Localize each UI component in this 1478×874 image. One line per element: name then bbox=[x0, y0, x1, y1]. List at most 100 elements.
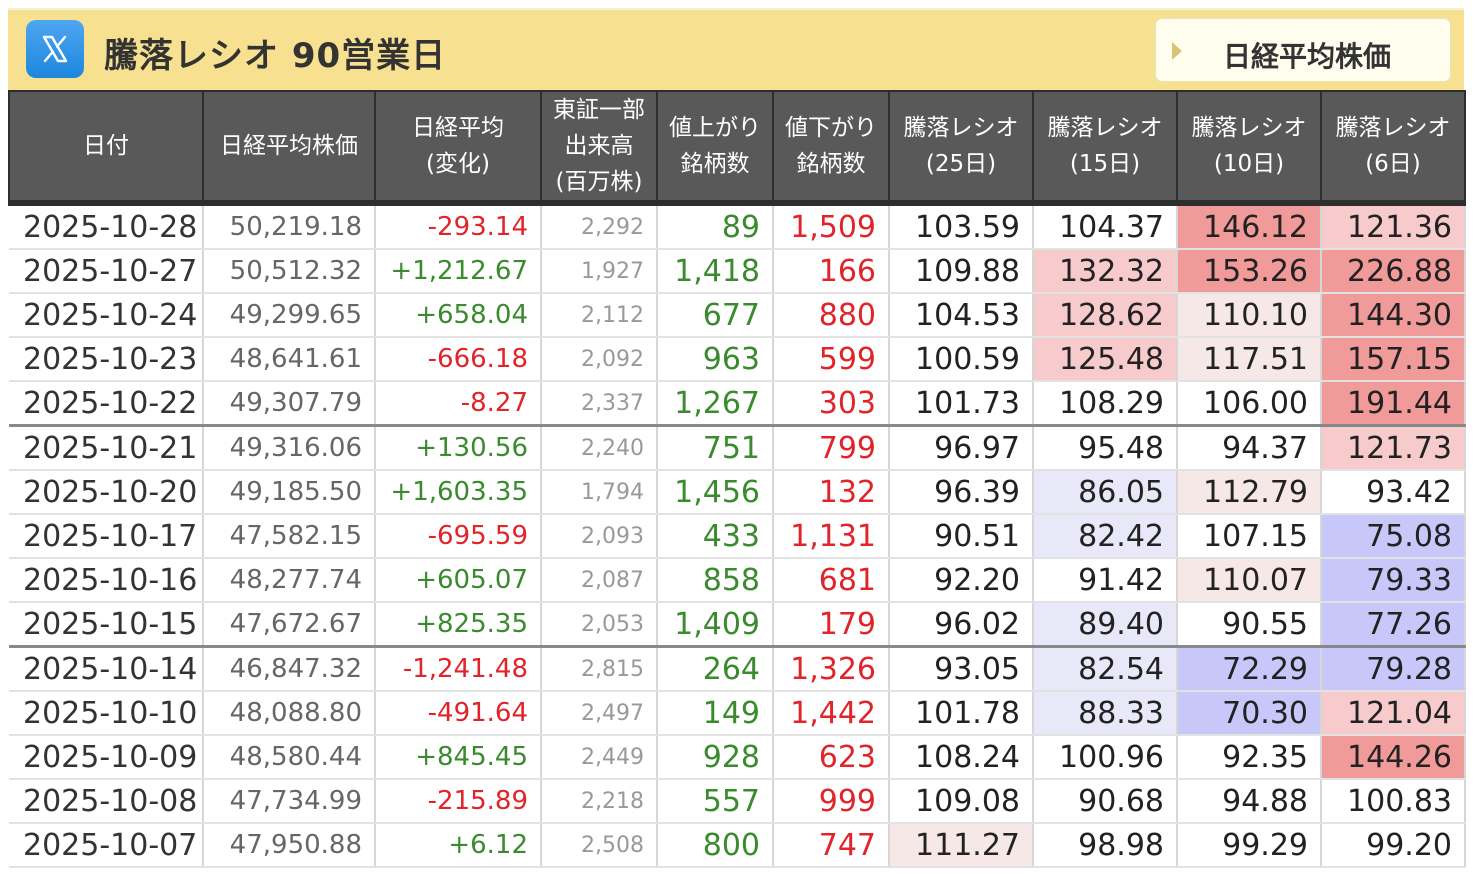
nikkei-change-cell: -695.59 bbox=[375, 514, 542, 559]
nikkei-price-cell: 48,277.74 bbox=[203, 558, 376, 603]
volume-cell: 2,053 bbox=[541, 602, 658, 648]
column-header-line: 値下がり bbox=[785, 115, 877, 141]
table-row: 2025-10-23 48,641.61 -666.18 2,092 963 599 100… bbox=[9, 337, 1466, 382]
declines-cell: 999 bbox=[773, 779, 890, 824]
ratio-15-cell: 108.29 bbox=[1033, 381, 1178, 427]
date-cell: 2025-10-08 bbox=[9, 779, 204, 824]
nikkei-change-cell: +130.56 bbox=[375, 424, 542, 471]
ratio-6-cell: 75.08 bbox=[1321, 514, 1466, 559]
column-header-ratio-6: 騰落レシオ (6日) bbox=[1320, 90, 1466, 204]
nikkei-price-cell: 49,307.79 bbox=[203, 381, 376, 427]
volume-cell: 2,112 bbox=[541, 293, 658, 338]
ratio-6-cell: 100.83 bbox=[1321, 779, 1466, 824]
declines-cell: 303 bbox=[773, 381, 890, 427]
date-cell: 2025-10-22 bbox=[9, 381, 204, 427]
declines-cell: 132 bbox=[773, 470, 890, 515]
ratio-15-cell: 98.98 bbox=[1033, 823, 1178, 868]
column-header-line: 銘柄数 bbox=[680, 151, 750, 177]
ratio-6-cell: 121.73 bbox=[1321, 424, 1466, 471]
nikkei-price-cell: 50,219.18 bbox=[203, 200, 376, 250]
date-cell: 2025-10-07 bbox=[9, 823, 204, 868]
ratio-25-cell: 96.97 bbox=[889, 424, 1034, 471]
ratio-25-cell: 93.05 bbox=[889, 645, 1034, 692]
ratio-6-cell: 144.30 bbox=[1321, 293, 1466, 338]
nikkei-change-cell: +845.45 bbox=[375, 735, 542, 780]
declines-cell: 799 bbox=[773, 424, 890, 471]
advances-cell: 1,418 bbox=[657, 249, 774, 294]
nikkei-price-cell: 47,672.67 bbox=[203, 602, 376, 648]
ratio-25-cell: 103.59 bbox=[889, 200, 1034, 250]
column-header-line: 騰落レシオ bbox=[903, 115, 1019, 141]
x-share-button[interactable] bbox=[26, 20, 84, 78]
nikkei-price-cell: 49,185.50 bbox=[203, 470, 376, 515]
ratio-6-cell: 226.88 bbox=[1321, 249, 1466, 294]
advances-cell: 433 bbox=[657, 514, 774, 559]
nikkei-price-cell: 47,950.88 bbox=[203, 823, 376, 868]
nikkei-price-cell: 48,088.80 bbox=[203, 691, 376, 736]
nikkei-change-cell: -215.89 bbox=[375, 779, 542, 824]
ratio-15-cell: 90.68 bbox=[1033, 779, 1178, 824]
volume-cell: 1,794 bbox=[541, 470, 658, 515]
column-header-line: 日付 bbox=[83, 133, 129, 159]
ratio-10-cell: 90.55 bbox=[1177, 602, 1322, 648]
volume-cell: 2,292 bbox=[541, 200, 658, 250]
volume-cell: 2,087 bbox=[541, 558, 658, 603]
nikkei-average-button-label: 日経平均株価 bbox=[1222, 40, 1391, 73]
nikkei-price-cell: 47,734.99 bbox=[203, 779, 376, 824]
date-cell: 2025-10-20 bbox=[9, 470, 204, 515]
ratio-25-cell: 101.73 bbox=[889, 381, 1034, 427]
declines-cell: 179 bbox=[773, 602, 890, 648]
header-bar: 騰落レシオ 90営業日 日経平均株価 bbox=[8, 8, 1464, 90]
ratio-10-cell: 112.79 bbox=[1177, 470, 1322, 515]
table-row: 2025-10-20 49,185.50 +1,603.35 1,794 1,456 13… bbox=[9, 470, 1466, 515]
ratio-10-cell: 99.29 bbox=[1177, 823, 1322, 868]
advances-cell: 557 bbox=[657, 779, 774, 824]
ratio-25-cell: 109.88 bbox=[889, 249, 1034, 294]
declines-cell: 1,442 bbox=[773, 691, 890, 736]
table-row: 2025-10-27 50,512.32 +1,212.67 1,927 1,418 16… bbox=[9, 249, 1466, 294]
advances-cell: 1,456 bbox=[657, 470, 774, 515]
ratio-25-cell: 96.02 bbox=[889, 602, 1034, 648]
ratio-6-cell: 77.26 bbox=[1321, 602, 1466, 648]
ratio-15-cell: 100.96 bbox=[1033, 735, 1178, 780]
nikkei-price-cell: 47,582.15 bbox=[203, 514, 376, 559]
column-header-line: 日経平均 bbox=[412, 115, 504, 141]
ratio-25-cell: 90.51 bbox=[889, 514, 1034, 559]
column-header-ratio-10: 騰落レシオ (10日) bbox=[1176, 90, 1322, 204]
advances-cell: 751 bbox=[657, 424, 774, 471]
column-header-line: 日経平均株価 bbox=[220, 133, 358, 159]
table-row: 2025-10-17 47,582.15 -695.59 2,093 433 1,131 9… bbox=[9, 514, 1466, 559]
column-header-line: (百万株) bbox=[555, 169, 643, 195]
column-header-nikkei-price: 日経平均株価 bbox=[202, 90, 376, 204]
volume-cell: 2,337 bbox=[541, 381, 658, 427]
column-header-line: 騰落レシオ bbox=[1335, 115, 1451, 141]
ratio-15-cell: 104.37 bbox=[1033, 200, 1178, 250]
column-header-line: (25日) bbox=[925, 151, 997, 177]
volume-cell: 2,218 bbox=[541, 779, 658, 824]
declines-cell: 747 bbox=[773, 823, 890, 868]
column-header-line: (6日) bbox=[1365, 151, 1421, 177]
advances-cell: 963 bbox=[657, 337, 774, 382]
ratio-10-cell: 117.51 bbox=[1177, 337, 1322, 382]
column-header-date: 日付 bbox=[8, 90, 204, 204]
nikkei-change-cell: -1,241.48 bbox=[375, 645, 542, 692]
column-header-ratio-15: 騰落レシオ (15日) bbox=[1032, 90, 1178, 204]
column-header-nikkei-change: 日経平均 (変化) bbox=[374, 90, 542, 204]
advances-cell: 677 bbox=[657, 293, 774, 338]
nikkei-change-cell: +1,212.67 bbox=[375, 249, 542, 294]
page-title: 騰落レシオ 90営業日 bbox=[104, 36, 447, 76]
nikkei-price-cell: 46,847.32 bbox=[203, 645, 376, 692]
ratio-6-cell: 79.33 bbox=[1321, 558, 1466, 603]
ratio-15-cell: 95.48 bbox=[1033, 424, 1178, 471]
nikkei-average-button[interactable]: 日経平均株価 bbox=[1154, 17, 1452, 83]
declines-cell: 1,326 bbox=[773, 645, 890, 692]
nikkei-price-cell: 49,316.06 bbox=[203, 424, 376, 471]
ratio-25-cell: 104.53 bbox=[889, 293, 1034, 338]
nikkei-change-cell: -666.18 bbox=[375, 337, 542, 382]
ratio-10-cell: 94.88 bbox=[1177, 779, 1322, 824]
date-cell: 2025-10-15 bbox=[9, 602, 204, 648]
date-cell: 2025-10-14 bbox=[9, 645, 204, 692]
ratio-25-cell: 111.27 bbox=[889, 823, 1034, 868]
ratio-15-cell: 89.40 bbox=[1033, 602, 1178, 648]
table-row: 2025-10-07 47,950.88 +6.12 2,508 800 747 111.2… bbox=[9, 823, 1466, 868]
